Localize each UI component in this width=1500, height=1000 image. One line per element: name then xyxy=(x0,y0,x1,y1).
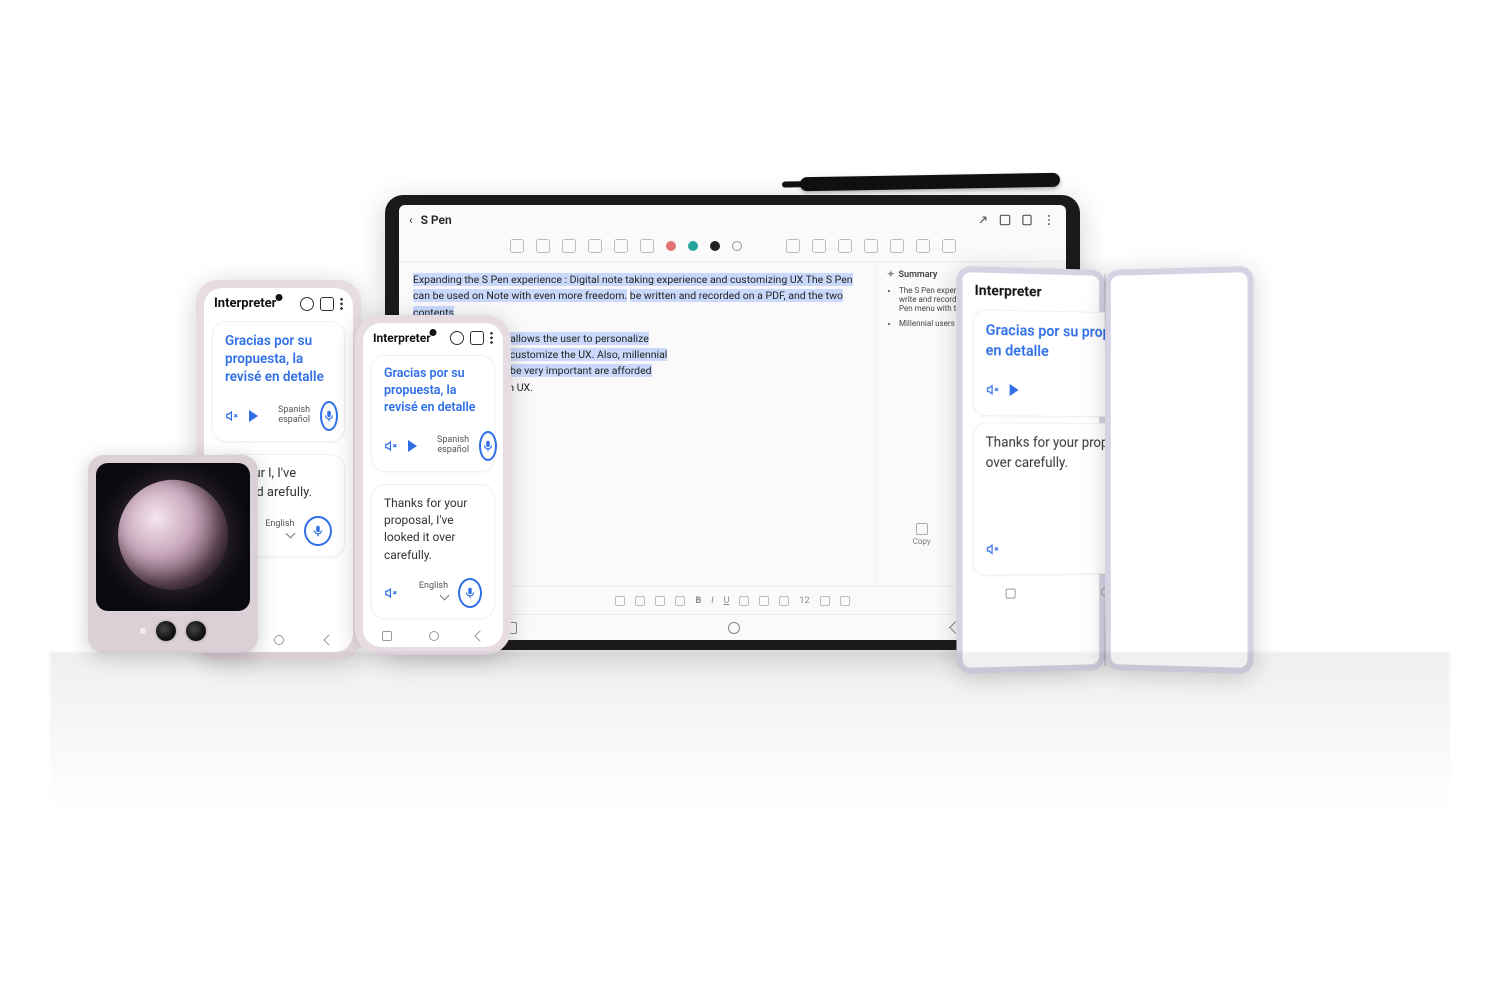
source-card: Gracias por su propuesta, la revisé en d… xyxy=(212,321,345,442)
tablet-toolbar xyxy=(399,235,1066,262)
nav-home-icon[interactable] xyxy=(429,631,439,641)
app-header: Interpreter xyxy=(204,288,353,315)
phone-nav-bar xyxy=(363,625,503,647)
tool-d-icon[interactable] xyxy=(864,239,878,253)
mic-button[interactable] xyxy=(320,401,338,431)
bt-list-icon[interactable] xyxy=(655,596,665,606)
grid-icon[interactable] xyxy=(998,213,1012,227)
play-icon[interactable] xyxy=(1010,384,1019,396)
history-icon[interactable] xyxy=(450,331,464,345)
color-black[interactable] xyxy=(710,241,720,251)
phone-small: Interpreter Gracias por su propuesta, la… xyxy=(355,315,511,655)
tool-eraser-icon[interactable] xyxy=(588,239,602,253)
flip-cover-screen xyxy=(96,463,250,611)
mute-icon[interactable] xyxy=(986,383,1000,397)
source-card: Gracias por su propuesta, la revisé en d… xyxy=(371,355,495,472)
bt-table-icon[interactable] xyxy=(675,596,685,606)
copy-button[interactable]: Copy xyxy=(913,523,931,546)
mic-button[interactable] xyxy=(458,578,482,608)
bt-fontsize[interactable]: 12 xyxy=(799,596,809,606)
fold-hinge xyxy=(1104,274,1106,666)
bt-bold-icon[interactable]: B xyxy=(695,596,701,606)
more-icon[interactable] xyxy=(490,331,493,345)
bt-underline-icon[interactable]: U xyxy=(724,596,730,606)
nav-back-icon[interactable] xyxy=(323,634,334,645)
color-teal[interactable] xyxy=(688,241,698,251)
flip-phone-closed xyxy=(88,455,258,653)
mute-icon[interactable] xyxy=(384,586,398,600)
tool-attach-icon[interactable] xyxy=(614,239,628,253)
source-text: Gracias por su propuesta, la revisé en d… xyxy=(225,332,332,387)
tool-text-icon[interactable] xyxy=(510,239,524,253)
tool-pen-icon[interactable] xyxy=(536,239,550,253)
flash-led xyxy=(140,628,146,634)
wallpaper-orb xyxy=(118,480,228,590)
camera-cluster xyxy=(140,621,206,641)
bt-color-icon[interactable] xyxy=(759,596,769,606)
app-title: Interpreter xyxy=(214,296,294,311)
mute-icon[interactable] xyxy=(384,439,398,453)
target-text: Thanks for your proposal, I've looked it… xyxy=(384,495,482,565)
window-icon[interactable] xyxy=(320,297,334,311)
camera-lens xyxy=(156,621,176,641)
play-icon[interactable] xyxy=(249,410,258,422)
mic-button[interactable] xyxy=(479,431,497,461)
fold-phone: Interpreter Gracias por su propuesta, la… xyxy=(955,270,1255,670)
doc-paragraph-1: Expanding the S Pen experience : Digital… xyxy=(413,272,862,321)
tool-g-icon[interactable] xyxy=(942,239,956,253)
play-icon[interactable] xyxy=(408,440,417,452)
tool-b-icon[interactable] xyxy=(812,239,826,253)
bt-italic-icon[interactable]: I xyxy=(711,596,713,606)
nav-recents-icon[interactable] xyxy=(382,631,392,641)
app-header: Interpreter xyxy=(363,323,503,349)
tool-highlighter-icon[interactable] xyxy=(562,239,576,253)
tool-f-icon[interactable] xyxy=(916,239,930,253)
tablet-title: S Pen xyxy=(421,213,452,227)
mute-icon[interactable] xyxy=(225,409,239,423)
bt-image-icon[interactable] xyxy=(615,596,625,606)
mic-button[interactable] xyxy=(304,516,332,546)
back-icon[interactable]: ‹ xyxy=(409,213,413,227)
color-picker-icon[interactable] xyxy=(732,241,742,251)
stylus xyxy=(800,173,1060,192)
target-lang-select[interactable]: English xyxy=(259,520,294,542)
tool-e-icon[interactable] xyxy=(890,239,904,253)
expand-icon[interactable] xyxy=(976,213,990,227)
tool-a-icon[interactable] xyxy=(786,239,800,253)
window-icon[interactable] xyxy=(470,331,484,345)
source-lang-select[interactable]: Spanishespañol xyxy=(278,406,310,426)
history-icon[interactable] xyxy=(300,297,314,311)
target-lang-select[interactable]: English xyxy=(418,582,448,604)
app-title: Interpreter xyxy=(373,331,444,345)
more-icon[interactable] xyxy=(1042,213,1056,227)
save-icon[interactable] xyxy=(1020,213,1034,227)
bt-bg-icon[interactable] xyxy=(779,596,789,606)
nav-back-icon[interactable] xyxy=(475,630,486,641)
bt-checklist-icon[interactable] xyxy=(635,596,645,606)
nav-home-icon[interactable] xyxy=(274,635,284,645)
tablet-app-header: ‹ S Pen xyxy=(399,205,1066,235)
target-card: Thanks for your proposal, I've looked it… xyxy=(371,484,495,620)
bt-indent-icon[interactable] xyxy=(820,596,830,606)
nav-home-icon[interactable] xyxy=(728,622,740,634)
bt-align-icon[interactable] xyxy=(739,596,749,606)
tool-c-icon[interactable] xyxy=(838,239,852,253)
floor-reflection xyxy=(50,652,1450,812)
mute-icon[interactable] xyxy=(986,542,1000,556)
bt-outdent-icon[interactable] xyxy=(840,596,850,606)
more-icon[interactable] xyxy=(340,297,343,311)
source-text: Gracias por su propuesta, la revisé en d… xyxy=(384,366,482,417)
color-red[interactable] xyxy=(666,241,676,251)
tool-cloud-icon[interactable] xyxy=(640,239,654,253)
nav-recents-icon[interactable] xyxy=(1006,589,1016,599)
source-lang-select[interactable]: Spanishespañol xyxy=(437,436,469,456)
camera-lens xyxy=(186,621,206,641)
